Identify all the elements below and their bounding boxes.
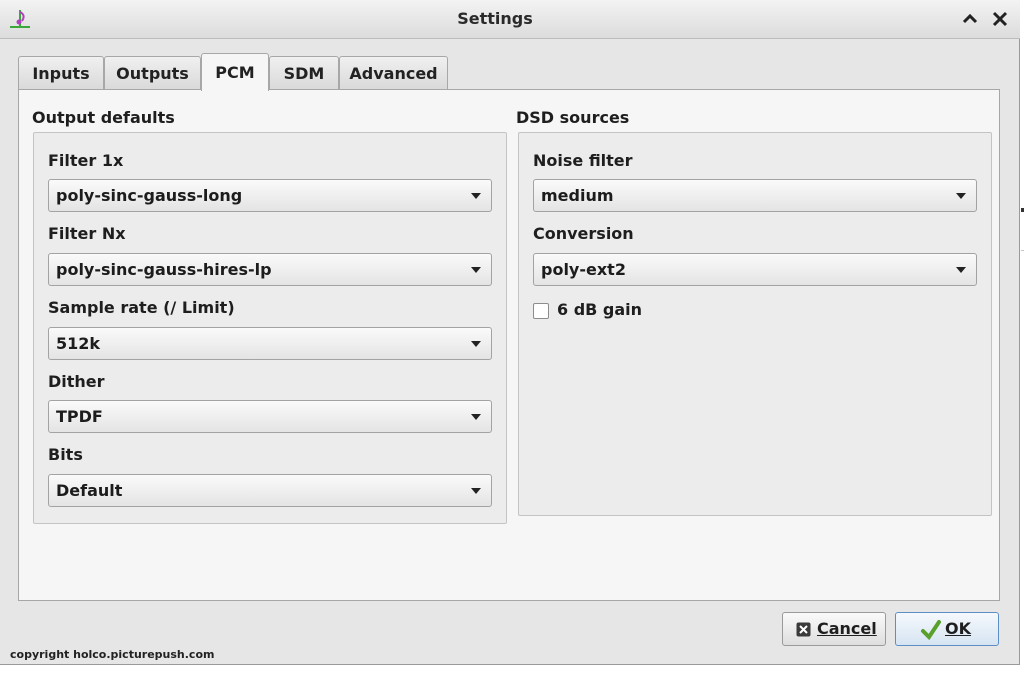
- sample-rate-label: Sample rate (/ Limit): [48, 298, 235, 317]
- title-bar[interactable]: Settings: [0, 0, 1020, 39]
- dropdown-arrow-icon: [471, 267, 481, 273]
- dsd-sources-title: DSD sources: [516, 108, 630, 127]
- 6db-gain-label[interactable]: 6 dB gain: [557, 300, 642, 319]
- conversion-value: poly-ext2: [541, 260, 626, 279]
- filter-1x-label: Filter 1x: [48, 151, 124, 170]
- settings-window: Settings Inputs Outputs PCM SDM Advanced…: [0, 0, 1020, 665]
- filter-nx-dropdown[interactable]: poly-sinc-gauss-hires-lp: [48, 253, 492, 286]
- ok-label: OK: [945, 619, 971, 638]
- window-title: Settings: [457, 9, 533, 28]
- noise-filter-dropdown[interactable]: medium: [533, 179, 977, 212]
- cancel-x-icon: [796, 622, 811, 637]
- tab-pcm[interactable]: PCM: [201, 53, 269, 91]
- bits-dropdown[interactable]: Default: [48, 474, 492, 507]
- dropdown-arrow-icon: [956, 267, 966, 273]
- tab-inputs[interactable]: Inputs: [18, 56, 104, 90]
- noise-filter-label: Noise filter: [533, 151, 633, 170]
- cancel-label: Cancel: [817, 619, 877, 638]
- dither-value: TPDF: [56, 407, 103, 426]
- output-defaults-group: Filter 1x poly-sinc-gauss-long Filter Nx…: [33, 132, 507, 524]
- filter-nx-label: Filter Nx: [48, 224, 126, 243]
- conversion-dropdown[interactable]: poly-ext2: [533, 253, 977, 286]
- dropdown-arrow-icon: [471, 193, 481, 199]
- filter-1x-value: poly-sinc-gauss-long: [56, 186, 243, 205]
- tab-advanced[interactable]: Advanced: [339, 56, 448, 90]
- cancel-button[interactable]: Cancel: [782, 612, 886, 646]
- pcm-tab-panel: Output defaults Filter 1x poly-sinc-gaus…: [18, 89, 1000, 601]
- noise-filter-value: medium: [541, 186, 614, 205]
- 6db-gain-checkbox[interactable]: [533, 303, 549, 319]
- copyright-watermark: copyright holco.picturepush.com: [10, 648, 215, 661]
- output-defaults-title: Output defaults: [32, 108, 175, 127]
- close-icon[interactable]: [990, 9, 1010, 29]
- ok-button[interactable]: OK: [895, 612, 999, 646]
- dropdown-arrow-icon: [471, 341, 481, 347]
- conversion-label: Conversion: [533, 224, 634, 243]
- chevron-up-icon[interactable]: [960, 9, 980, 29]
- bits-label: Bits: [48, 445, 83, 464]
- sample-rate-dropdown[interactable]: 512k: [48, 327, 492, 360]
- dropdown-arrow-icon: [956, 193, 966, 199]
- dsd-sources-group: Noise filter medium Conversion poly-ext2…: [518, 132, 992, 516]
- bits-value: Default: [56, 481, 123, 500]
- tab-outputs[interactable]: Outputs: [104, 56, 201, 90]
- dropdown-arrow-icon: [471, 488, 481, 494]
- dither-dropdown[interactable]: TPDF: [48, 400, 492, 433]
- filter-nx-value: poly-sinc-gauss-hires-lp: [56, 260, 272, 279]
- sample-rate-value: 512k: [56, 334, 101, 353]
- tab-sdm[interactable]: SDM: [269, 56, 339, 90]
- checkmark-icon: [921, 620, 941, 641]
- dropdown-arrow-icon: [471, 414, 481, 420]
- dither-label: Dither: [48, 372, 105, 391]
- filter-1x-dropdown[interactable]: poly-sinc-gauss-long: [48, 179, 492, 212]
